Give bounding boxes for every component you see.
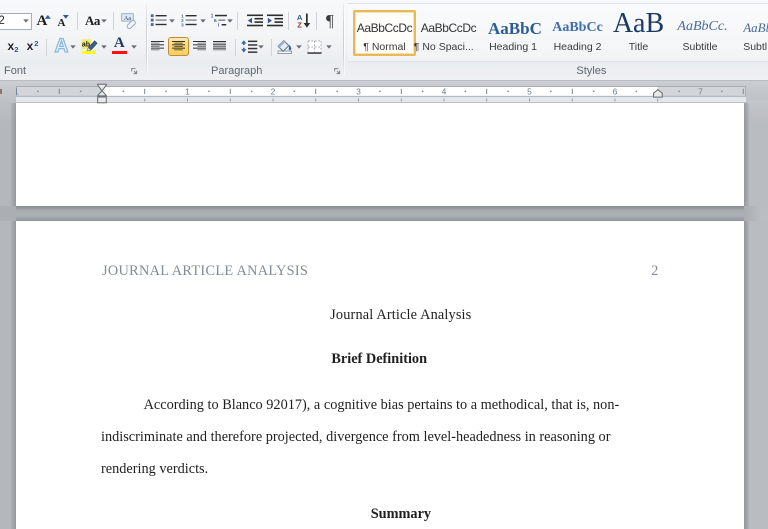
svg-text:3: 3 [356, 86, 361, 96]
svg-text:6: 6 [612, 86, 617, 96]
svg-text:2: 2 [270, 86, 275, 96]
svg-text:5: 5 [527, 86, 532, 96]
svg-text:i: i [218, 23, 220, 28]
svg-text:4: 4 [441, 86, 446, 96]
svg-text:7: 7 [698, 86, 703, 96]
svg-text:1: 1 [185, 86, 190, 96]
svg-text:3: 3 [181, 22, 184, 27]
svg-text:1: 1 [16, 86, 19, 96]
svg-text:Z: Z [297, 20, 302, 29]
svg-text:Aa: Aa [124, 16, 131, 22]
svg-text:a: a [214, 18, 217, 24]
